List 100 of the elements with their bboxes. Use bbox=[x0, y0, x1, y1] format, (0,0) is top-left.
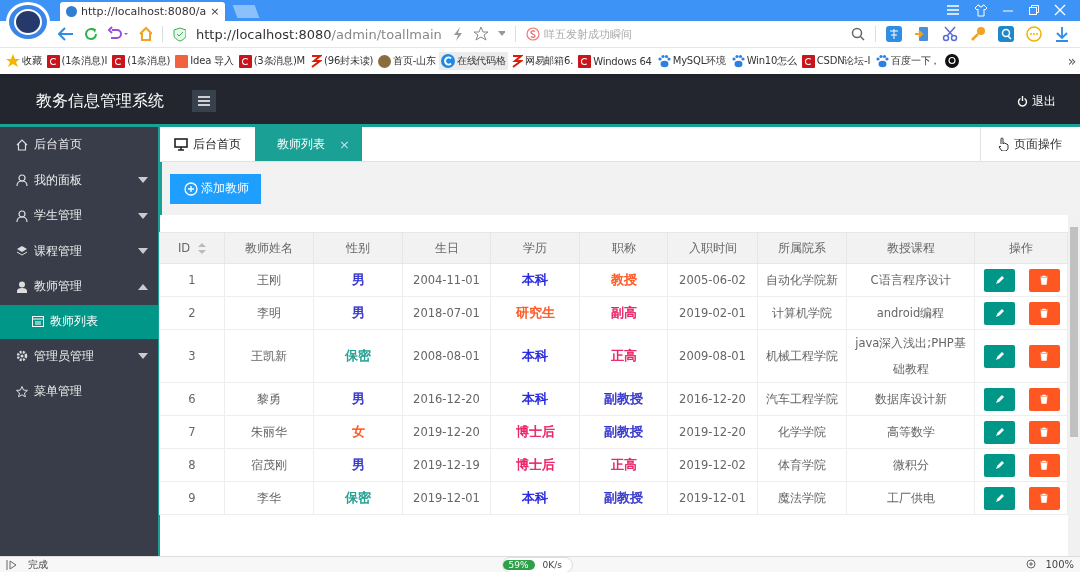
bookmark[interactable]: 网易邮箱6. bbox=[508, 52, 576, 70]
app-title: 教务信息管理系统 bbox=[36, 90, 164, 112]
table-cell: 博士后 bbox=[490, 415, 580, 449]
table-cell: 魔法学院 bbox=[757, 481, 847, 515]
bookmark[interactable]: MySQL环境 bbox=[654, 52, 728, 70]
key-icon[interactable] bbox=[970, 26, 986, 42]
sidebar-item[interactable]: 学生管理 bbox=[0, 198, 158, 234]
sidebar-item[interactable]: 后台首页 bbox=[0, 127, 158, 163]
table-cell: 男 bbox=[313, 296, 403, 330]
close-icon[interactable] bbox=[1054, 4, 1066, 16]
column-header[interactable]: ID bbox=[159, 232, 225, 264]
edit-button[interactable] bbox=[984, 486, 1015, 510]
trash-icon bbox=[1039, 275, 1050, 285]
c-logo-icon bbox=[578, 54, 592, 68]
scrollbar[interactable] bbox=[1068, 215, 1080, 556]
table-cell: 2019-12-20 bbox=[667, 415, 758, 449]
home-icon[interactable] bbox=[137, 26, 153, 42]
star-icon[interactable] bbox=[472, 26, 488, 42]
edit-button[interactable] bbox=[984, 301, 1015, 325]
phone-icon[interactable] bbox=[914, 26, 930, 42]
bookmark-label: 百度一下， bbox=[891, 54, 941, 68]
table-cell: 李华 bbox=[224, 481, 314, 515]
address-field[interactable]: http://localhost:8080/admin/toallmain bbox=[195, 26, 442, 42]
more-bookmarks-button[interactable]: » bbox=[1067, 53, 1076, 69]
column-header: 操作 bbox=[974, 232, 1068, 264]
bookmark-label: 收藏 bbox=[22, 54, 42, 68]
edit-button[interactable] bbox=[984, 420, 1015, 444]
tab-title: http://localhost:8080/a bbox=[81, 5, 207, 18]
sidebar-item[interactable]: 课程管理 bbox=[0, 233, 158, 269]
delete-button[interactable] bbox=[1028, 301, 1060, 325]
undo-icon[interactable] bbox=[107, 26, 128, 42]
delete-button[interactable] bbox=[1028, 268, 1060, 292]
search-icon[interactable] bbox=[851, 27, 866, 41]
edit-button[interactable] bbox=[984, 387, 1015, 411]
new-tab-button[interactable] bbox=[233, 5, 260, 18]
lightning-icon[interactable] bbox=[451, 26, 463, 42]
delete-button[interactable] bbox=[1028, 453, 1060, 477]
sidebar-item[interactable]: 我的面板 bbox=[0, 162, 158, 198]
edit-button[interactable] bbox=[984, 268, 1015, 292]
caret-icon[interactable] bbox=[497, 31, 505, 37]
download-icon[interactable] bbox=[1054, 26, 1070, 42]
edit-button[interactable] bbox=[984, 453, 1015, 477]
bookmark[interactable]: 收藏 bbox=[4, 52, 44, 70]
shirt-icon[interactable] bbox=[974, 4, 988, 17]
translate-icon[interactable] bbox=[886, 26, 902, 42]
bookmark[interactable]: Windows 64 bbox=[576, 52, 654, 70]
bookmark[interactable]: Win10怎么 bbox=[728, 52, 799, 70]
edit-button[interactable] bbox=[984, 344, 1015, 368]
magnifier-icon[interactable] bbox=[998, 26, 1014, 42]
table-cell: 2 bbox=[159, 296, 225, 330]
site-icon bbox=[66, 6, 77, 17]
bookmark-label: Idea 导入 bbox=[190, 54, 234, 68]
delete-button[interactable] bbox=[1028, 344, 1060, 368]
table-cell: 2018-07-01 bbox=[402, 296, 491, 330]
bookmark[interactable]: 在线代码格 bbox=[438, 52, 508, 70]
zoom-level[interactable]: 100% bbox=[1045, 559, 1074, 570]
search-field[interactable]: 咩五发射成功瞬间 bbox=[543, 27, 674, 41]
user-icon bbox=[16, 174, 28, 187]
menu-icon[interactable] bbox=[946, 4, 960, 16]
table-cell: 黎勇 bbox=[224, 382, 314, 416]
back-icon[interactable] bbox=[58, 27, 73, 41]
pencil-icon bbox=[994, 427, 1005, 437]
bookmark[interactable]: (1条消息) bbox=[110, 52, 173, 70]
sort-icon[interactable] bbox=[198, 243, 207, 254]
more-icon[interactable] bbox=[1026, 26, 1042, 42]
paw-icon bbox=[730, 54, 745, 68]
close-tab-button[interactable]: × bbox=[210, 5, 220, 18]
sidebar-subitem[interactable]: 教师列表 bbox=[0, 304, 158, 339]
table-cell: 王刚 bbox=[224, 263, 314, 297]
bookmark[interactable]: (3条消息)M bbox=[236, 52, 308, 70]
delete-button[interactable] bbox=[1028, 420, 1060, 444]
person-icon bbox=[16, 280, 28, 293]
browser-tab[interactable]: http://localhost:8080/a × bbox=[60, 2, 226, 21]
restore-icon[interactable] bbox=[1028, 4, 1040, 16]
bookmark[interactable]: CSDN论坛-I bbox=[799, 52, 873, 70]
delete-button[interactable] bbox=[1028, 486, 1060, 510]
bookmark-label: (1条消息)I bbox=[61, 54, 108, 68]
bookmark[interactable]: (96封未读) bbox=[308, 52, 376, 70]
c-logo-icon bbox=[238, 54, 252, 68]
bookmark[interactable]: (1条消息)I bbox=[44, 52, 110, 70]
column-header: 生日 bbox=[402, 232, 491, 264]
menu-button[interactable] bbox=[192, 90, 216, 112]
table-cell: 自动化学院新 bbox=[757, 263, 847, 297]
search-engine-icon[interactable] bbox=[525, 27, 540, 41]
sidebar-item[interactable]: 教师管理 bbox=[0, 269, 158, 305]
table-cell: 男 bbox=[313, 382, 403, 416]
delete-button[interactable] bbox=[1028, 387, 1060, 411]
scissors-icon[interactable] bbox=[942, 26, 958, 42]
bookmark[interactable]: 首页-山东 bbox=[376, 52, 438, 70]
sidebar-item[interactable]: 管理员管理 bbox=[0, 338, 158, 374]
table-cell: 保密 bbox=[313, 329, 403, 383]
table-cell: 本科 bbox=[490, 329, 580, 383]
logout-button[interactable]: 退出 bbox=[1011, 91, 1062, 111]
bookmark[interactable]: Idea 导入 bbox=[173, 52, 236, 70]
reload-icon[interactable] bbox=[82, 26, 98, 42]
bookmark[interactable]: 百度一下， bbox=[873, 52, 943, 70]
monitor-icon bbox=[174, 137, 188, 151]
c-logo-icon bbox=[46, 54, 60, 68]
sidebar-item[interactable]: 菜单管理 bbox=[0, 374, 158, 410]
table-cell: 2019-12-02 bbox=[667, 448, 758, 482]
